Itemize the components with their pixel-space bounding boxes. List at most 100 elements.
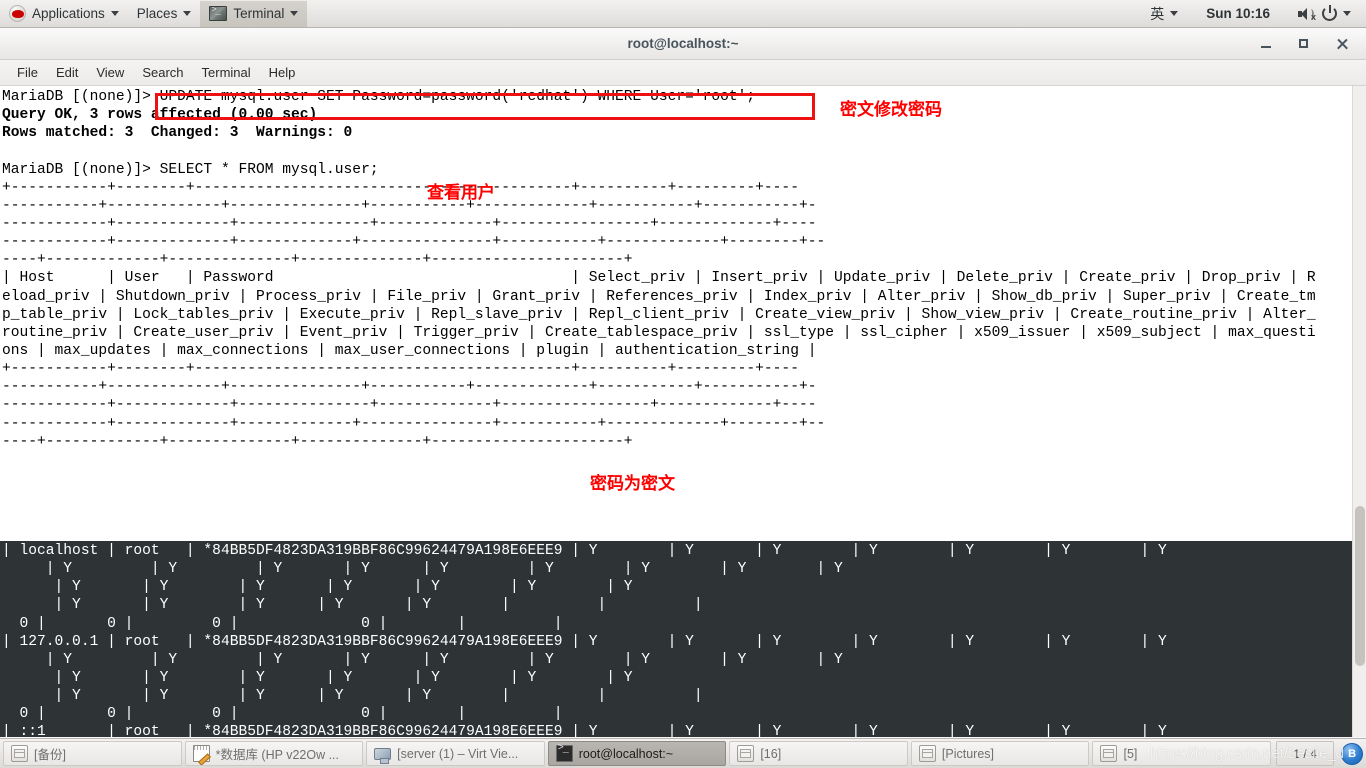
terminal-line: -----------+-------------+--------------… (2, 379, 817, 396)
terminal-line: | Y | Y | Y | Y | Y | | | (2, 688, 703, 705)
screen: Applications Places Terminal 英 Sun 10:16 (0, 0, 1366, 768)
taskbar-item-label: [16] (760, 746, 782, 761)
terminal-line: | Y | Y | Y | Y | Y | Y | Y (2, 669, 633, 686)
terminal-icon (209, 6, 228, 21)
input-method-label: 英 (1150, 5, 1165, 22)
close-button[interactable] (1334, 36, 1350, 52)
terminal-line: ------------+-------------+-------------… (2, 397, 817, 414)
taskbar-item-label: [5] (1123, 746, 1138, 761)
applications-menu-label: Applications (32, 6, 105, 21)
chevron-down-icon (290, 11, 299, 16)
terminal-line: | Host | User | Password | Select_priv |… (2, 270, 1316, 287)
workspace-pager[interactable]: 1 / 4 (1276, 741, 1335, 766)
terminal-line: | Y | Y | Y | Y | Y | Y | Y (2, 579, 633, 596)
terminal-line: -----------+-------------+--------------… (2, 197, 817, 214)
notepad-icon (192, 745, 210, 762)
taskbar-item-terminal[interactable]: root@localhost:~ (547, 741, 727, 766)
terminal-line: p_table_priv | Lock_tables_priv | Execut… (2, 306, 1316, 323)
terminal-line: routine_priv | Create_user_priv | Event_… (2, 324, 1316, 341)
terminal-line: | Y | Y | Y | Y | Y | Y | Y | Y | Y (2, 651, 843, 668)
terminal-line: ------------+-------------+-------------… (2, 234, 826, 251)
clock-label: Sun 10:16 (1206, 6, 1270, 21)
terminal-line: MariaDB [(none)]> SELECT * FROM mysql.us… (2, 161, 379, 178)
terminal-line: ------------+-------------+-------------… (2, 215, 817, 232)
chevron-down-icon (1343, 11, 1351, 16)
applications-menu[interactable]: Applications (0, 0, 128, 27)
terminal-selected-lines: | localhost | root | *84BB5DF4823DA319BB… (0, 542, 1352, 737)
terminal-line: Query OK, 3 rows affected (0.00 sec) (2, 107, 318, 124)
system-status-menu[interactable]: x (1289, 0, 1360, 27)
annotation-password-ciphertext: 密码为密文 (590, 474, 675, 494)
scrollbar-thumb[interactable] (1355, 506, 1365, 666)
terminal-app-menu[interactable]: Terminal (200, 0, 308, 27)
window-titlebar[interactable]: root@localhost:~ (0, 28, 1366, 60)
taskbar-item-label: [Pictures] (941, 746, 994, 761)
clock[interactable]: Sun 10:16 (1187, 0, 1289, 27)
terminal-line: | ::1 | root | *84BB5DF4823DA319BBF86C99… (2, 724, 1167, 737)
annotation-update-password: 密文修改密码 (840, 100, 942, 120)
maximize-button[interactable] (1296, 36, 1312, 52)
taskbar: [备份] *数据库 (HP v22Ow ... [server (1) – Vi… (0, 738, 1366, 768)
annotation-view-users: 查看用户 (427, 183, 495, 203)
chevron-down-icon (1170, 11, 1179, 16)
top-panel: Applications Places Terminal 英 Sun 10:16 (0, 0, 1366, 28)
menu-view[interactable]: View (87, 63, 133, 82)
window-controls (1258, 28, 1358, 59)
redhat-logo-icon (9, 5, 26, 22)
chevron-down-icon (183, 11, 192, 16)
menu-search[interactable]: Search (133, 63, 192, 82)
terminal-line: 0 | 0 | 0 | 0 | | | (2, 706, 563, 723)
terminal-line: | Y | Y | Y | Y | Y | Y | Y | Y | Y (2, 561, 843, 578)
terminal-line: | 127.0.0.1 | root | *84BB5DF4823DA319BB… (2, 633, 1167, 650)
terminal-line: +-----------+--------+------------------… (2, 179, 799, 196)
terminal-plain-lines: MariaDB [(none)]> UPDATE mysql.user SET … (0, 88, 1366, 451)
top-panel-left: Applications Places Terminal (0, 0, 308, 27)
volume-muted-icon: x (1298, 7, 1316, 21)
power-icon (1322, 5, 1337, 21)
top-panel-right: 英 Sun 10:16 x (1141, 0, 1366, 27)
terminal-line: +-----------+--------+------------------… (2, 361, 799, 378)
minimize-button[interactable] (1258, 36, 1274, 52)
drawer-icon (11, 745, 28, 762)
terminal-line: Rows matched: 3 Changed: 3 Warnings: 0 (2, 125, 353, 142)
drawer-icon (737, 745, 755, 762)
tray-badge-icon[interactable]: B (1341, 742, 1364, 765)
menu-file[interactable]: File (8, 63, 47, 82)
menu-edit[interactable]: Edit (47, 63, 87, 82)
taskbar-item-5[interactable]: [5] (1092, 741, 1272, 766)
terminal-line: ----+-------------+--------------+------… (2, 433, 633, 450)
terminal-line: MariaDB [(none)]> UPDATE mysql.user SET … (2, 89, 756, 105)
terminal-output[interactable]: MariaDB [(none)]> UPDATE mysql.user SET … (0, 86, 1366, 737)
window-title: root@localhost:~ (627, 36, 739, 51)
terminal-line: | localhost | root | *84BB5DF4823DA319BB… (2, 543, 1167, 559)
terminal-line: eload_priv | Shutdown_priv | Process_pri… (2, 288, 1316, 305)
taskbar-item-label: [备份] (34, 748, 66, 762)
menu-terminal[interactable]: Terminal (193, 63, 260, 82)
terminal-line: ons | max_updates | max_connections | ma… (2, 342, 817, 359)
taskbar-item-database-doc[interactable]: *数据库 (HP v22Ow ... (184, 741, 364, 766)
menubar: File Edit View Search Terminal Help (0, 60, 1366, 86)
menu-help[interactable]: Help (260, 63, 305, 82)
terminal-window: root@localhost:~ File Edit View Search T… (0, 28, 1366, 738)
taskbar-item-pictures[interactable]: [Pictures] (910, 741, 1090, 766)
terminal-app-label: Terminal (233, 6, 285, 21)
terminal-line: ----+-------------+--------------+------… (2, 252, 633, 269)
terminal-icon (555, 743, 573, 762)
taskbar-item-virt-viewer[interactable]: [server (1) – Virt Vie... (366, 741, 545, 766)
terminal-line: ------------+-------------+-------------… (2, 415, 826, 432)
chevron-down-icon (110, 11, 119, 16)
places-menu[interactable]: Places (128, 0, 201, 27)
taskbar-item-16[interactable]: [16] (729, 741, 908, 766)
terminal-selection-block: | localhost | root | *84BB5DF4823DA319BB… (0, 541, 1352, 737)
monitor-icon (374, 748, 392, 764)
input-method-indicator[interactable]: 英 (1141, 0, 1187, 27)
taskbar-item-label: *数据库 (HP v22Ow ... (215, 748, 339, 762)
taskbar-item-label: [server (1) – Virt Vie... (397, 746, 519, 761)
places-menu-label: Places (136, 6, 178, 21)
taskbar-item-backup[interactable]: [备份] (3, 741, 182, 766)
terminal-scrollbar[interactable] (1352, 86, 1366, 737)
taskbar-item-label: root@localhost:~ (578, 746, 674, 761)
drawer-icon (918, 745, 936, 762)
drawer-icon (1100, 745, 1118, 762)
